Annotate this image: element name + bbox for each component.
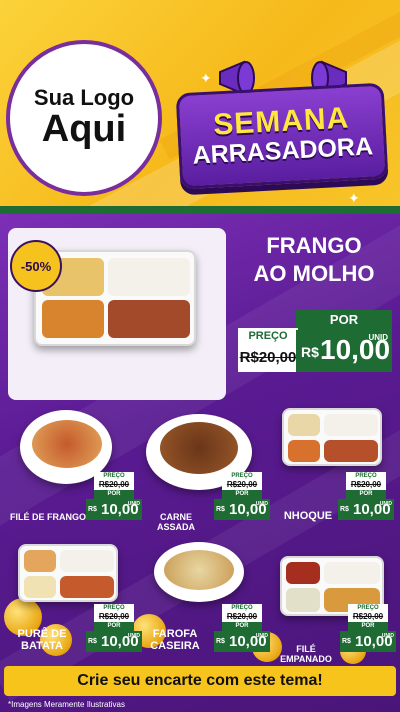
product-name: FILÉ DE FRANGO [10,512,86,522]
currency-symbol: R$ [340,506,349,513]
old-price: R$20,00 [94,612,134,622]
por-label: POR [222,622,262,631]
logo-line-1: Sua Logo [33,84,135,110]
hero-title-line-1: FRANGO [266,233,362,258]
por-label: POR [222,490,262,499]
hero-price-tag: POR PREÇO R$20,00 R$ 10,00 UNID [238,310,392,374]
product-name-line-1: FAROFA [152,628,198,640]
logo-placeholder: Sua Logo Aqui [6,40,162,196]
old-price: R$20,00 [222,480,262,490]
sparkle-icon: ✦ [348,190,360,206]
por-label: POR [94,622,134,631]
cta-button[interactable]: Crie seu encarte com este tema! [4,666,396,696]
old-price: R$20,00 [94,480,134,490]
header-divider [0,206,400,214]
price-tag: PREÇO R$20,00 POR R$ 10,00 UNID [340,604,396,652]
hero-product-title: FRANGO AO MOLHO [236,232,392,287]
old-price: R$20,00 [222,612,262,622]
product-name: FILÉ EMPANADO [280,644,332,664]
header-banner: Sua Logo Aqui ✦ ✦ ✦ SEMANA ARRASADORA [0,0,400,214]
currency-symbol: R$ [301,344,319,360]
food-image-nhoque [282,408,382,466]
hero-title-line-2: AO MOLHO [253,260,375,286]
product-name: PURÊ DE BATATA [4,628,80,652]
unit-label: UNID [379,501,392,507]
new-price: R$ 10,00 UNID [86,499,142,520]
product-name: FAROFA CASEIRA [140,628,210,652]
logo-line-2: Aqui [41,108,127,151]
new-price: R$ 10,00 UNID [340,631,396,652]
price-tag: PREÇO R$20,00 POR R$ 10,00 UNID [86,604,142,652]
unit-label: UNID [255,501,268,507]
discount-badge: -50% [10,240,62,292]
unit-label: UNID [255,633,268,639]
product-name-line-2: BATATA [21,640,63,652]
price-tag: PREÇO R$20,00 POR R$ 10,00 UNID [214,604,270,652]
product-name: CARNE ASSADA [156,512,195,532]
product-name: NHOQUE [283,510,333,522]
por-label: POR [346,490,386,499]
old-price: R$20,00 [346,480,386,490]
old-price: R$20,00 [348,612,388,622]
new-price: R$ 10,00 UNID [214,499,270,520]
new-price: R$ 10,00 UNID [214,631,270,652]
unit-label: UNID [127,633,140,639]
new-price: R$ 10,00 UNID [338,499,394,520]
food-image-farofa-caseira [154,542,244,602]
por-label: POR [94,490,134,499]
product-name-line-1: PURÊ DE [17,628,67,640]
preco-label: PREÇO [238,328,298,344]
currency-symbol: R$ [216,638,225,645]
product-name-line-2: CASEIRA [150,640,200,652]
new-price: R$ 10,00 UNID [86,631,142,652]
unit-label: UNID [368,333,388,342]
unit-label: UNID [381,633,394,639]
price-tag: PREÇO R$20,00 POR R$ 10,00 UNID [86,472,142,520]
currency-symbol: R$ [216,506,225,513]
por-label: POR [348,622,388,631]
currency-symbol: R$ [88,638,97,645]
campaign-badge: SEMANA ARRASADORA [175,82,389,190]
currency-symbol: R$ [342,638,351,645]
currency-symbol: R$ [88,506,97,513]
footnote: *Imagens Meramente Ilustrativas [8,700,125,709]
unit-label: UNID [127,501,140,507]
food-image-pure-de-batata [18,544,118,602]
old-price: R$20,00 [238,344,298,372]
price-tag: PREÇO R$20,00 POR R$ 10,00 UNID [338,472,394,520]
por-label: POR [296,310,392,330]
sparkle-icon: ✦ [200,70,212,86]
new-price: R$ 10,00 UNID [296,330,392,372]
offers-panel: -50% FRANGO AO MOLHO POR PREÇO R$20,00 R… [0,214,400,712]
price-tag: PREÇO R$20,00 POR R$ 10,00 UNID [214,472,270,520]
